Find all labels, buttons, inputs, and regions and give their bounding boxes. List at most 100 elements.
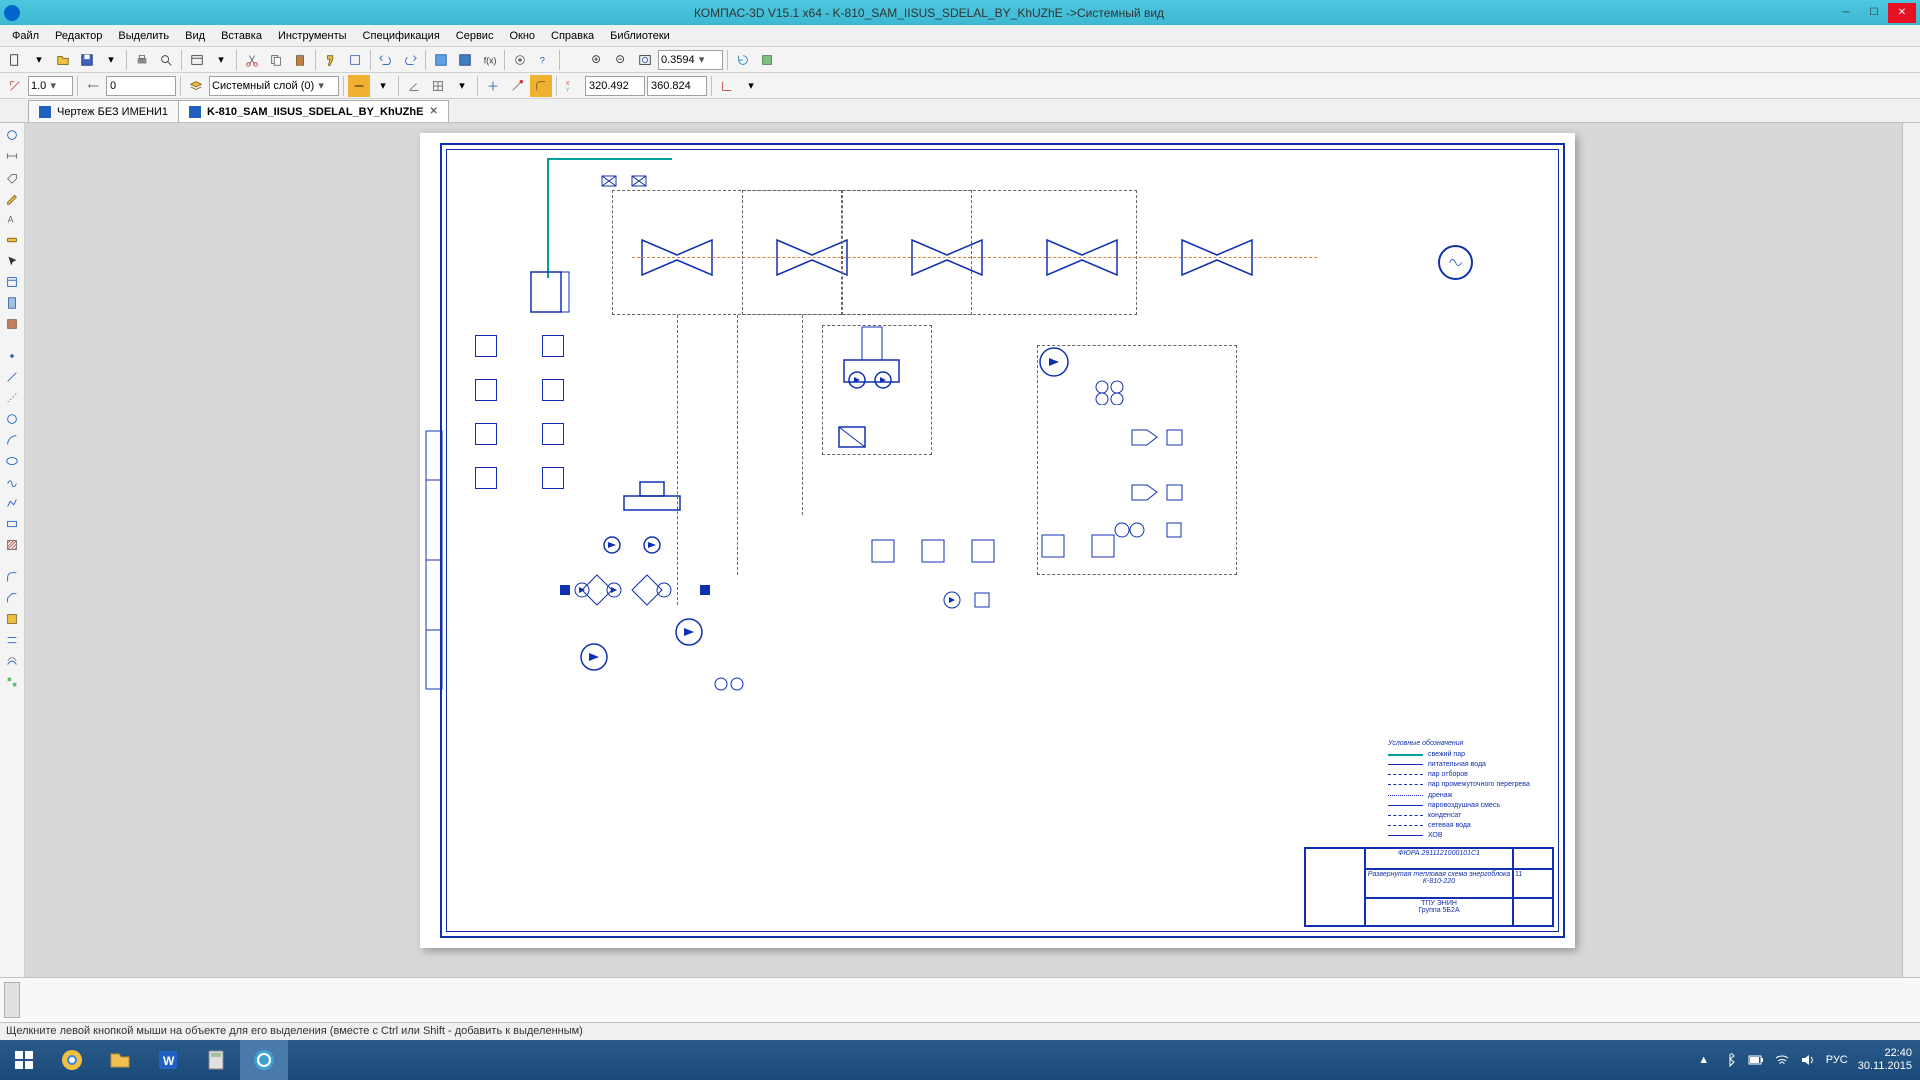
- properties-button[interactable]: [186, 49, 208, 71]
- save-button[interactable]: [76, 49, 98, 71]
- circle-tool[interactable]: [2, 409, 22, 429]
- tab-close-icon[interactable]: ✕: [429, 106, 437, 117]
- geometry-tool[interactable]: [2, 125, 22, 145]
- measure-tool[interactable]: [2, 230, 22, 250]
- grid-button[interactable]: [427, 75, 449, 97]
- zoom-out-button[interactable]: [610, 49, 632, 71]
- help-button[interactable]: ?: [533, 49, 555, 71]
- layer-icon[interactable]: [185, 75, 207, 97]
- style-button[interactable]: [348, 75, 370, 97]
- language-indicator[interactable]: РУС: [1826, 1054, 1848, 1066]
- start-button[interactable]: [0, 1040, 48, 1080]
- line-tool[interactable]: [2, 367, 22, 387]
- report-tool[interactable]: [2, 293, 22, 313]
- tray-wifi-icon[interactable]: [1774, 1052, 1790, 1068]
- menu-service[interactable]: Сервис: [448, 28, 502, 44]
- spline-tool[interactable]: [2, 472, 22, 492]
- ellipse-tool[interactable]: [2, 451, 22, 471]
- save-dropdown[interactable]: ▾: [100, 49, 122, 71]
- format-painter-button[interactable]: [320, 49, 342, 71]
- taskbar-calc[interactable]: [192, 1040, 240, 1080]
- preview-button[interactable]: [155, 49, 177, 71]
- menu-libraries[interactable]: Библиотеки: [602, 28, 678, 44]
- menu-select[interactable]: Выделить: [110, 28, 177, 44]
- tray-bluetooth-icon[interactable]: [1722, 1052, 1738, 1068]
- drawing-page[interactable]: Условные обозначения свежий пар питатель…: [420, 133, 1575, 948]
- edit-tool[interactable]: [2, 188, 22, 208]
- scale-combo[interactable]: 1.0▾: [28, 76, 73, 96]
- menu-help[interactable]: Справка: [543, 28, 602, 44]
- zoom-combo[interactable]: 0.3594▾: [658, 50, 723, 70]
- zoom-fit-button[interactable]: [634, 49, 656, 71]
- open-button[interactable]: [52, 49, 74, 71]
- close-button[interactable]: ✕: [1888, 3, 1916, 23]
- print-button[interactable]: [131, 49, 153, 71]
- chamfer-tool[interactable]: [2, 588, 22, 608]
- tray-battery-icon[interactable]: [1748, 1052, 1764, 1068]
- minimize-button[interactable]: ─: [1832, 3, 1860, 23]
- cut-button[interactable]: [241, 49, 263, 71]
- layer-combo[interactable]: Системный слой (0)▾: [209, 76, 339, 96]
- rect-tool[interactable]: [2, 514, 22, 534]
- menu-spec[interactable]: Спецификация: [355, 28, 448, 44]
- maximize-button[interactable]: ☐: [1860, 3, 1888, 23]
- new-button[interactable]: [4, 49, 26, 71]
- hatch-tool[interactable]: [2, 535, 22, 555]
- equidist-tool[interactable]: [2, 630, 22, 650]
- paste-button[interactable]: [289, 49, 311, 71]
- spec-tool[interactable]: [2, 272, 22, 292]
- ortho-button[interactable]: [482, 75, 504, 97]
- aux-line-tool[interactable]: [2, 388, 22, 408]
- arc-tool[interactable]: [2, 430, 22, 450]
- lcs-button[interactable]: [716, 75, 738, 97]
- snap-angle-button[interactable]: [403, 75, 425, 97]
- scale-icon[interactable]: [4, 75, 26, 97]
- param-tool[interactable]: A: [2, 209, 22, 229]
- snap-button[interactable]: [506, 75, 528, 97]
- menu-window[interactable]: Окно: [501, 28, 543, 44]
- redo-button[interactable]: [399, 49, 421, 71]
- style-dropdown[interactable]: ▾: [372, 75, 394, 97]
- copy-button[interactable]: [265, 49, 287, 71]
- tree-button[interactable]: [454, 49, 476, 71]
- tray-volume-icon[interactable]: [1800, 1052, 1816, 1068]
- assembly-tool[interactable]: [2, 672, 22, 692]
- menu-editor[interactable]: Редактор: [47, 28, 110, 44]
- taskbar-kompas[interactable]: [240, 1040, 288, 1080]
- step-input[interactable]: [106, 76, 176, 96]
- rebuild-button[interactable]: [756, 49, 778, 71]
- tab-k810[interactable]: K-810_SAM_IISUS_SDELAL_BY_KhUZhE ✕: [178, 100, 449, 122]
- lcs-dropdown[interactable]: ▾: [740, 75, 762, 97]
- select-tool[interactable]: [2, 251, 22, 271]
- polyline-tool[interactable]: [2, 493, 22, 513]
- taskbar-clock[interactable]: 22:40 30.11.2015: [1858, 1047, 1912, 1073]
- variables-button[interactable]: f(x): [478, 49, 500, 71]
- property-panel-handle[interactable]: [4, 982, 20, 1018]
- properties-dropdown[interactable]: ▾: [210, 49, 232, 71]
- taskbar-word[interactable]: W: [144, 1040, 192, 1080]
- point-tool[interactable]: [2, 346, 22, 366]
- settings-button[interactable]: [509, 49, 531, 71]
- round-button[interactable]: [530, 75, 552, 97]
- refresh-button[interactable]: [732, 49, 754, 71]
- collect-tool[interactable]: [2, 609, 22, 629]
- menu-file[interactable]: Файл: [4, 28, 47, 44]
- tab-drawing-unnamed[interactable]: Чертеж БЕЗ ИМЕНИ1: [28, 100, 179, 122]
- menu-view[interactable]: Вид: [177, 28, 213, 44]
- fillet-tool[interactable]: [2, 567, 22, 587]
- insert-tool[interactable]: [2, 314, 22, 334]
- new-dropdown[interactable]: ▾: [28, 49, 50, 71]
- manager-button[interactable]: [430, 49, 452, 71]
- step-icon[interactable]: [82, 75, 104, 97]
- menu-tools[interactable]: Инструменты: [270, 28, 355, 44]
- menu-insert[interactable]: Вставка: [213, 28, 270, 44]
- label-tool[interactable]: [2, 167, 22, 187]
- undo-button[interactable]: [375, 49, 397, 71]
- dimension-tool[interactable]: [2, 146, 22, 166]
- taskbar-chrome[interactable]: [48, 1040, 96, 1080]
- taskbar-explorer[interactable]: [96, 1040, 144, 1080]
- properties2-button[interactable]: [344, 49, 366, 71]
- tray-up-icon[interactable]: ▲: [1696, 1052, 1712, 1068]
- grid-dropdown[interactable]: ▾: [451, 75, 473, 97]
- copy-curve-tool[interactable]: [2, 651, 22, 671]
